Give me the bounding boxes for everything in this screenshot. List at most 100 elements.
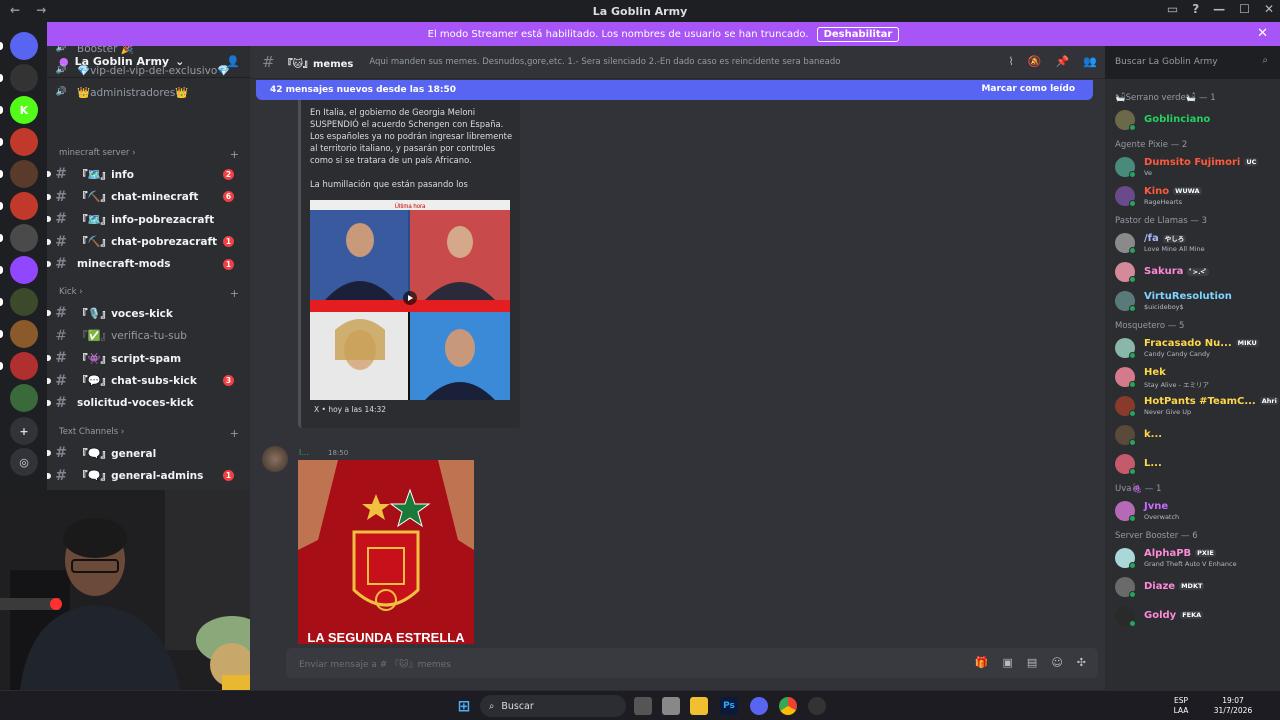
voice-channel-item[interactable]: 🔊 💎vip-del-vip-del-exclusivo💎 [47, 60, 243, 80]
server-icon[interactable] [10, 32, 38, 60]
member-item[interactable]: Jvne Overwatch [1111, 498, 1277, 524]
task-view-icon[interactable] [634, 697, 652, 715]
maximize-button[interactable]: ☐ [1239, 2, 1250, 16]
language-indicator: ESP LAA [1162, 696, 1200, 716]
server-icon[interactable] [10, 160, 38, 188]
member-item[interactable]: Goldy FEKA [1111, 603, 1277, 629]
server-icon[interactable] [10, 224, 38, 252]
server-icon[interactable] [10, 128, 38, 156]
close-icon[interactable]: ✕ [1257, 26, 1268, 41]
member-item[interactable]: Kino WUWA RageHearts [1111, 183, 1277, 209]
guild-tag: MIKU [1235, 339, 1259, 347]
voice-channel-item[interactable]: 🔊 👑administradores👑 [47, 82, 243, 102]
add-channel-icon[interactable]: + [230, 427, 239, 440]
add-channel-icon[interactable]: + [230, 148, 239, 161]
message-author[interactable]: l... [299, 448, 309, 457]
inbox-icon[interactable]: ▭ [1167, 2, 1178, 16]
member-item[interactable]: Sakura ﾟ>.<ﾟ [1111, 259, 1277, 285]
disable-streamer-button[interactable]: Deshabilitar [816, 26, 900, 42]
close-window-button[interactable]: ✕ [1264, 2, 1274, 16]
minimize-button[interactable]: — [1213, 2, 1225, 16]
channel-item[interactable]: # 『🎙️』voces-kick [47, 303, 243, 323]
hash-icon: # [55, 350, 67, 366]
title-bar: ← → La Goblin Army ▭? — ☐ ✕ [0, 0, 1280, 22]
add-channel-icon[interactable]: + [230, 287, 239, 300]
avatar[interactable] [262, 446, 288, 472]
webcam-overlay [0, 490, 287, 690]
channel-category[interactable]: Text Channels › + [59, 427, 239, 440]
windows-start-icon[interactable]: ⊞ [455, 697, 473, 715]
notification-bell-icon[interactable]: 🔕 [1028, 55, 1042, 68]
member-item[interactable]: Hek Stay Alive - エミリア [1111, 364, 1277, 390]
member-item[interactable]: /fa やしろ Love Mine All Mine [1111, 230, 1277, 256]
unread-indicator [47, 472, 51, 479]
member-item[interactable]: Fracasado Nu... MIKU Candy Candy Candy [1111, 335, 1277, 361]
pin-icon[interactable]: 📌 [1056, 55, 1070, 68]
taskbar-search[interactable]: ⌕ Buscar [480, 695, 626, 717]
mark-read-button[interactable]: Marcar como leído [981, 84, 1075, 94]
emoji-icon[interactable]: ☺ [1051, 656, 1062, 669]
channel-item[interactable]: # solicitud-voces-kick [47, 393, 243, 413]
explore-icon[interactable]: ◎ [10, 448, 38, 476]
apps-icon[interactable]: ✣ [1077, 656, 1086, 669]
message-input[interactable]: Enviar mensaje a # 『🐱』memes 🎁 ▣ ▤ ☺ ✣ [286, 648, 1098, 678]
member-name: HotPants #TeamC... [1144, 396, 1256, 407]
channel-item[interactable]: # 『🗺️』info 2 [47, 164, 243, 184]
member-item[interactable]: Diaze MDKT [1111, 574, 1277, 600]
taskbar: ⊞ ⌕ Buscar Ps ESP LAA 19:07 31/7/2026 [0, 690, 1280, 720]
app-icon[interactable] [808, 697, 826, 715]
gif-icon[interactable]: ▣ [1003, 656, 1013, 669]
channel-item[interactable]: # 『⛏️』chat-minecraft 6 [47, 187, 243, 207]
sticker-icon[interactable]: ▤ [1027, 656, 1037, 669]
member-item[interactable]: Goblinciano [1111, 107, 1277, 133]
voice-channel-item[interactable]: 🔊 Booster 🎉 [47, 46, 243, 58]
threads-icon[interactable]: ⌇ [1009, 55, 1014, 68]
add-server-icon[interactable]: + [10, 417, 38, 445]
server-icon[interactable]: K [10, 96, 38, 124]
file-explorer-icon[interactable] [690, 697, 708, 715]
app-icon[interactable] [662, 697, 680, 715]
channel-topic[interactable]: Aqui manden sus memes. Desnudos,gore,etc… [369, 57, 840, 67]
shirt-image[interactable]: LA SEGUNDA ESTRELLA [298, 460, 474, 644]
photoshop-icon[interactable]: Ps [720, 697, 738, 715]
unread-pill [0, 74, 3, 82]
member-item[interactable]: VirtuResolution $uicideboy$ [1111, 288, 1277, 314]
channel-item[interactable]: # 『🗺️』info-pobrezacraft [47, 209, 243, 229]
server-icon[interactable] [10, 352, 38, 380]
server-icon[interactable] [10, 384, 38, 412]
hash-icon: # [55, 233, 67, 250]
member-item[interactable]: L... [1111, 451, 1277, 477]
channel-item[interactable]: # 『⛏️』chat-pobrezacraft 1 [47, 232, 243, 252]
channel-category[interactable]: Kick › + [59, 287, 239, 300]
category-name: Kick [59, 287, 77, 297]
channel-category[interactable]: minecraft server › + [59, 148, 239, 161]
chrome-icon[interactable] [779, 697, 797, 715]
member-list-icon[interactable]: 👥 [1083, 55, 1097, 68]
discord-icon[interactable] [750, 697, 768, 715]
member-item[interactable]: HotPants #TeamC... Ahri Never Give Up [1111, 393, 1279, 419]
channel-item[interactable]: # minecraft-mods 1 [47, 254, 243, 274]
server-icon[interactable] [10, 288, 38, 316]
member-item[interactable]: k... [1111, 422, 1277, 448]
gift-icon[interactable]: 🎁 [975, 656, 989, 669]
member-item[interactable]: Dumsito Fujimori UC Ve [1111, 154, 1277, 180]
unread-pill [0, 42, 3, 50]
help-icon[interactable]: ? [1192, 2, 1199, 16]
nav-arrows-icon[interactable]: ← → [10, 3, 52, 17]
search-input[interactable]: Buscar La Goblin Army ⌕ [1108, 52, 1274, 72]
channel-item[interactable]: # 『👾』script-spam [47, 348, 243, 368]
channel-item[interactable]: # 『💬』chat-subs-kick 3 [47, 371, 243, 391]
server-icon[interactable] [10, 320, 38, 348]
server-icon[interactable] [10, 64, 38, 92]
channel-header: # 『🐱』memes Aqui manden sus memes. Desnud… [250, 46, 1105, 79]
new-messages-bar[interactable]: 42 mensajes nuevos desde las 18:50 Marca… [256, 80, 1093, 100]
unread-indicator [47, 377, 51, 384]
channel-item[interactable]: # 『🗨️』general [47, 443, 243, 463]
server-icon[interactable] [10, 192, 38, 220]
channel-item[interactable]: # 『✅』verifica-tu-sub [47, 326, 243, 346]
member-role-header: 🛀Serrano verde🛀 — 1 [1115, 93, 1216, 103]
channel-item[interactable]: # 『🗨️』general-admins 1 [47, 466, 243, 486]
server-icon[interactable] [10, 256, 38, 284]
member-item[interactable]: AlphaPB PXIE Grand Theft Auto V Enhance [1111, 545, 1277, 571]
embed-image[interactable]: Última hora [310, 200, 510, 400]
